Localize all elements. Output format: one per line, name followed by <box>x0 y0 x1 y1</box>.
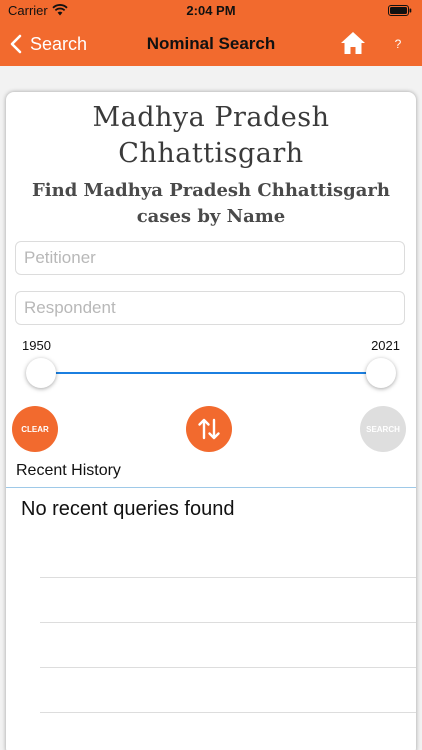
search-button[interactable]: SEARCH <box>360 406 406 452</box>
battery-icon <box>388 5 412 16</box>
empty-state-message: No recent queries found <box>21 498 235 520</box>
search-card: Madhya Pradesh Chhattisgarh Find Madhya … <box>6 92 416 750</box>
year-max-label: 2021 <box>371 338 400 353</box>
swap-vertical-icon <box>198 418 220 440</box>
status-time: 2:04 PM <box>186 3 236 18</box>
list-separator <box>40 667 416 668</box>
clear-button[interactable]: CLEAR <box>12 406 58 452</box>
year-range-slider[interactable] <box>20 356 402 390</box>
slider-track <box>41 372 381 374</box>
header: Carrier 2:04 PM Search Nominal Search ? <box>0 0 422 66</box>
slider-thumb-from[interactable] <box>26 358 56 388</box>
petitioner-input[interactable] <box>15 241 405 275</box>
divider <box>6 487 416 488</box>
recent-history-heading: Recent History <box>16 462 121 479</box>
home-icon[interactable] <box>340 31 366 55</box>
list-separator <box>40 577 416 578</box>
year-min-label: 1950 <box>22 338 51 353</box>
respondent-input[interactable] <box>15 291 405 325</box>
slider-thumb-to[interactable] <box>366 358 396 388</box>
swap-button[interactable] <box>186 406 232 452</box>
screen: Carrier 2:04 PM Search Nominal Search ? … <box>0 0 422 750</box>
status-bar: Carrier 2:04 PM <box>0 0 422 22</box>
court-title: Madhya Pradesh Chhattisgarh <box>92 102 330 169</box>
form-subtitle: Find Madhya Pradesh Chhattisgarh cases b… <box>32 180 390 227</box>
list-separator <box>40 712 416 713</box>
nav-bar: Search Nominal Search ? <box>0 22 422 66</box>
help-button[interactable]: ? <box>390 34 406 54</box>
list-separator <box>40 622 416 623</box>
